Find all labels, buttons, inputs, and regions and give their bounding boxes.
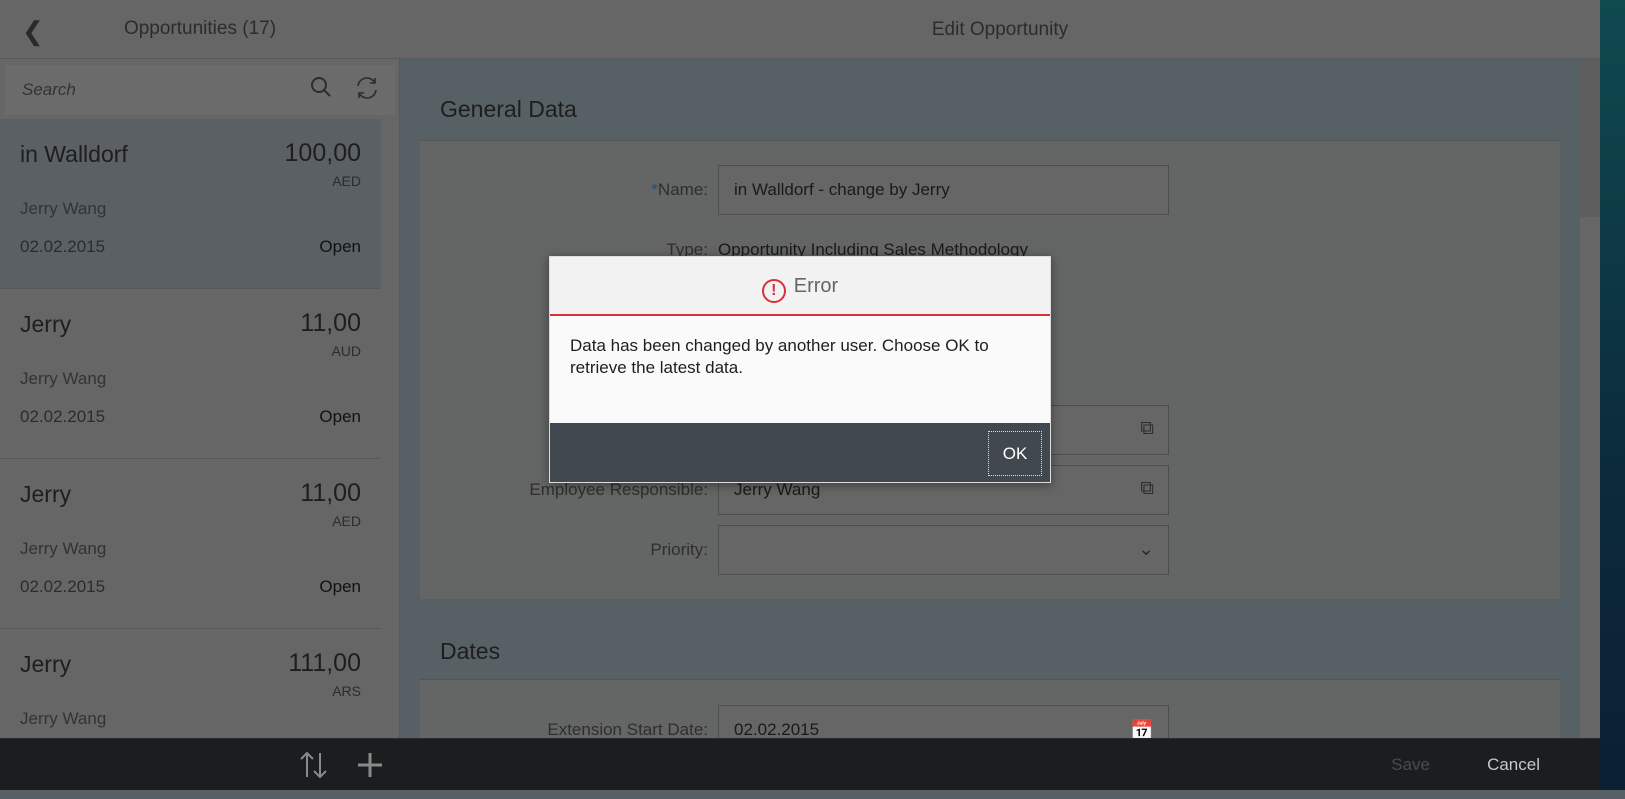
item-amount: 111,00 [288,649,361,677]
item-title: Jerry [20,481,72,507]
dialog-header: ! Error [550,257,1050,316]
section-general-data: General Data [440,96,577,122]
ext-start-value: 02.02.2015 [734,720,820,739]
item-title: Jerry [20,311,72,337]
name-label: *Name: [651,180,708,199]
item-title: Jerry [20,651,72,677]
dialog-footer: OK [550,423,1050,482]
name-label-text: Name: [657,180,708,199]
list-item[interactable]: in Walldorf 100,00 AED Jerry Wang 02.02.… [0,119,381,289]
cancel-button[interactable]: Cancel [1487,755,1540,775]
dialog-title: Error [793,275,839,297]
detail-header: Edit Opportunity [400,0,1600,59]
list-item[interactable]: Jerry 11,00 AUD Jerry Wang 02.02.2015 Op… [0,289,381,459]
add-icon[interactable] [356,751,384,784]
master-header: ❮ Opportunities (17) [0,0,400,59]
master-footer [0,738,400,790]
section-dates: Dates [440,638,501,664]
value-help-icon[interactable]: ⧉ [1140,478,1154,500]
refresh-icon[interactable] [354,75,380,108]
ext-start-label: Extension Start Date: [547,720,708,739]
item-currency: AED [332,173,361,189]
item-date: 02.02.2015 [20,577,106,596]
item-currency: AUD [331,343,361,359]
sort-icon[interactable] [298,749,330,786]
priority-label: Priority: [650,540,708,559]
item-date: 02.02.2015 [20,237,106,256]
list-item[interactable]: Jerry 11,00 AED Jerry Wang 02.02.2015 Op… [0,459,381,629]
error-dialog: ! Error Data has been changed by another … [549,256,1051,483]
item-currency: AED [332,513,361,529]
employee-label: Employee Responsible: [529,480,708,499]
value-help-icon[interactable]: ⧉ [1140,418,1154,440]
item-amount: 100,00 [284,139,361,167]
item-status: Open [319,237,361,256]
scrollbar-track [1580,217,1600,738]
scrollbar[interactable] [1580,60,1600,217]
item-owner: Jerry Wang [20,539,107,558]
item-amount: 11,00 [300,479,361,507]
error-icon: ! [761,279,786,303]
detail-footer: Save Cancel [400,738,1600,790]
save-button[interactable]: Save [1391,755,1430,775]
detail-title: Edit Opportunity [931,19,1069,40]
ok-button[interactable]: OK [988,431,1042,476]
item-owner: Jerry Wang [20,369,107,388]
priority-select[interactable]: ⌄ [718,525,1169,575]
item-owner: Jerry Wang [20,709,107,728]
item-owner: Jerry Wang [20,199,107,218]
employee-value: Jerry Wang [734,480,821,499]
item-date: 02.02.2015 [20,407,106,426]
chevron-down-icon[interactable]: ⌄ [1138,538,1154,561]
search-input[interactable]: Search [5,65,395,115]
item-title: in Walldorf [20,141,128,167]
item-currency: ARS [332,683,361,699]
dialog-title-row: ! Error [550,275,1050,303]
item-status: Open [319,407,361,426]
dialog-message: Data has been changed by another user. C… [570,336,989,377]
search-placeholder: Search [22,80,76,99]
name-value: in Walldorf - change by Jerry [734,180,950,199]
name-input[interactable]: in Walldorf - change by Jerry [718,165,1169,215]
master-title: Opportunities (17) [123,18,277,39]
search-icon[interactable] [309,75,333,106]
background-strip [1600,0,1625,790]
item-status: Open [319,577,361,596]
master-panel: ❮ Opportunities (17) Search in Walldorf … [0,0,400,790]
item-amount: 11,00 [300,309,361,337]
